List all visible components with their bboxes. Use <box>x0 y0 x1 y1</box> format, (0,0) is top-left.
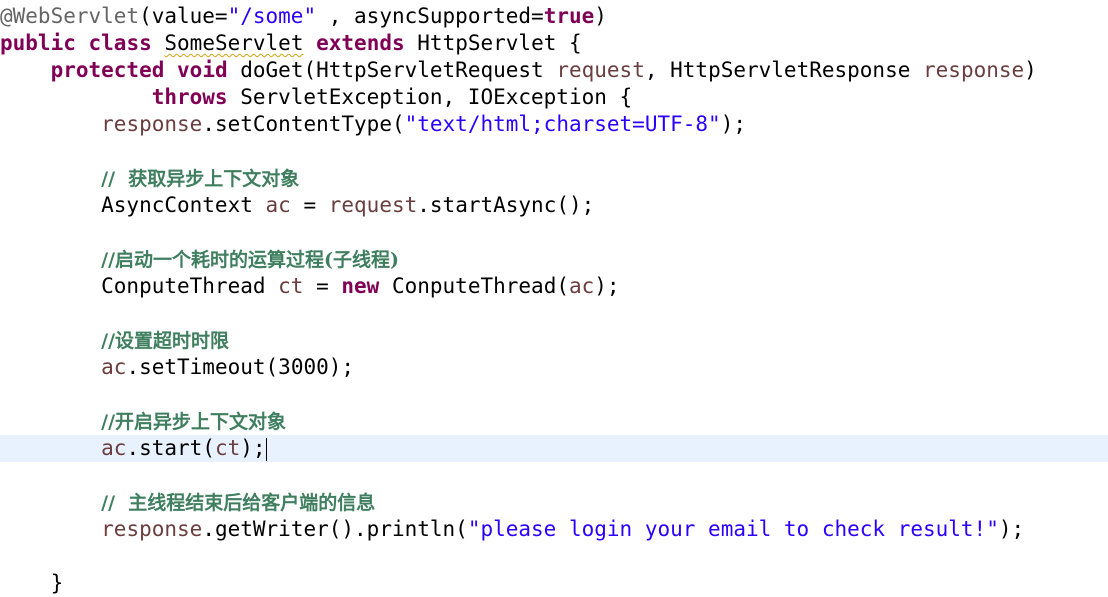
code-token: .getWriter().println( <box>202 517 468 541</box>
code-token: .start( <box>126 436 215 460</box>
code-line[interactable]: throws ServletException, IOException { <box>0 84 1108 111</box>
code-token: "please login your email to check result… <box>467 517 999 541</box>
code-token: ) <box>594 4 607 28</box>
code-line[interactable]: // 主线程结束后给客户端的信息 <box>0 489 1108 516</box>
code-token: new <box>341 274 380 298</box>
code-token: ac <box>101 355 127 379</box>
code-line[interactable] <box>0 543 1108 570</box>
code-token: @WebServlet <box>0 4 140 28</box>
code-token: SomeServlet <box>164 31 304 55</box>
code-token: ); <box>594 274 620 298</box>
code-line[interactable] <box>0 381 1108 408</box>
code-token: //设置超时时限 <box>101 330 230 352</box>
code-token: request <box>328 193 418 217</box>
code-token: ct <box>214 436 241 460</box>
code-token: ConputeThread( <box>379 274 569 298</box>
code-token: doGet(HttpServletRequest <box>227 58 557 82</box>
code-token: , asyncSupported= <box>316 4 544 28</box>
code-token: ConputeThread <box>0 274 279 298</box>
code-token: ) <box>1024 58 1037 82</box>
code-token: public <box>0 31 76 55</box>
code-token: void <box>177 58 228 82</box>
code-token: (value= <box>139 4 228 28</box>
code-line[interactable] <box>0 462 1108 489</box>
code-token: ct <box>278 274 304 298</box>
code-token: ac <box>101 436 127 460</box>
code-line[interactable] <box>0 219 1108 246</box>
code-token: ac <box>265 193 291 217</box>
code-token: request <box>556 58 645 82</box>
code-token: .setTimeout(3000); <box>126 355 355 379</box>
code-token: extends <box>316 31 405 55</box>
code-token: "/some" <box>227 4 317 28</box>
code-line[interactable]: //设置超时时限 <box>0 327 1108 354</box>
code-token: //开启异步上下文对象 <box>101 411 287 433</box>
code-token: ); <box>240 436 266 460</box>
code-token: true <box>543 4 595 28</box>
code-line[interactable]: protected void doGet(HttpServletRequest … <box>0 57 1108 84</box>
code-token: ); <box>720 112 746 136</box>
code-token: protected <box>50 58 165 82</box>
code-token: .startAsync(); <box>417 193 595 217</box>
code-line[interactable]: //启动一个耗时的运算过程(子线程) <box>0 246 1108 273</box>
code-token: ); <box>998 517 1025 541</box>
code-editor[interactable]: @WebServlet(value="/some" , asyncSupport… <box>0 0 1108 595</box>
code-token: , HttpServletResponse <box>644 58 924 82</box>
code-token: ServletException, IOException { <box>227 85 633 109</box>
code-line[interactable]: response.getWriter().println("please log… <box>0 516 1108 543</box>
code-token: = <box>303 274 342 298</box>
code-token: class <box>88 31 152 55</box>
code-line[interactable]: ac.start(ct); <box>0 435 1108 462</box>
code-line[interactable]: //开启异步上下文对象 <box>0 408 1108 435</box>
code-token: response <box>101 517 203 541</box>
code-line[interactable] <box>0 300 1108 327</box>
code-line[interactable]: @WebServlet(value="/some" , asyncSupport… <box>0 3 1108 30</box>
code-token: response <box>923 58 1025 82</box>
code-token: // 主线程结束后给客户端的信息 <box>101 492 376 514</box>
code-token: ac <box>568 274 595 298</box>
code-line[interactable]: // 获取异步上下文对象 <box>0 165 1108 192</box>
code-token: .setContentType( <box>202 112 405 136</box>
code-line[interactable]: response.setContentType("text/html;chars… <box>0 111 1108 138</box>
code-token: = <box>290 193 329 217</box>
code-token: HttpServlet { <box>404 31 582 55</box>
code-line[interactable]: ConputeThread ct = new ConputeThread(ac)… <box>0 273 1108 300</box>
text-caret <box>265 437 267 461</box>
code-line[interactable]: } <box>0 570 1108 597</box>
code-token: // 获取异步上下文对象 <box>101 168 300 190</box>
code-token: throws <box>151 85 228 109</box>
code-line[interactable]: public class SomeServlet extends HttpSer… <box>0 30 1108 57</box>
code-line[interactable]: ac.setTimeout(3000); <box>0 354 1108 381</box>
code-line[interactable]: AsyncContext ac = request.startAsync(); <box>0 192 1108 219</box>
code-token: "text/html;charset=UTF-8" <box>404 112 721 136</box>
code-token: //启动一个耗时的运算过程(子线程) <box>101 249 400 271</box>
code-token: AsyncContext <box>0 193 266 217</box>
code-line[interactable] <box>0 138 1108 165</box>
code-token: response <box>101 112 203 136</box>
